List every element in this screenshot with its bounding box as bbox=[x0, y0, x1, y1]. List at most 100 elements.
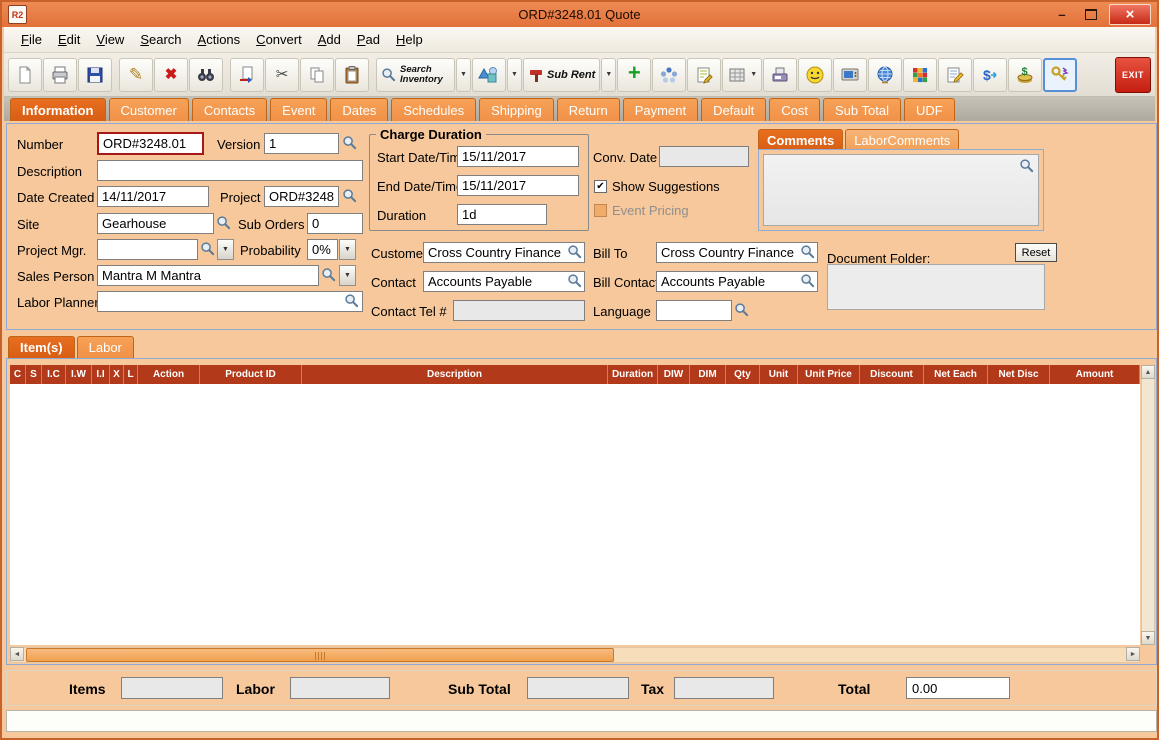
column-header-discount[interactable]: Discount bbox=[860, 365, 924, 384]
copy-button[interactable] bbox=[300, 58, 334, 92]
probability-field[interactable]: 0% bbox=[307, 239, 338, 260]
tab-customer[interactable]: Customer bbox=[109, 98, 189, 121]
items-table-body[interactable] bbox=[10, 384, 1140, 645]
tab-dates[interactable]: Dates bbox=[330, 98, 388, 121]
number-field[interactable]: ORD#3248.01 bbox=[97, 132, 204, 155]
show-suggestions-checkbox[interactable]: ✔ bbox=[594, 180, 607, 193]
scroll-left-button[interactable]: ◄ bbox=[10, 647, 24, 661]
date-created-field[interactable]: 14/11/2017 bbox=[97, 186, 209, 207]
tab-sub-total[interactable]: Sub Total bbox=[823, 98, 901, 121]
conv-date-field[interactable] bbox=[659, 146, 749, 167]
bill-contact-field[interactable]: Accounts Payable bbox=[656, 271, 818, 292]
comments-tab-comments[interactable]: Comments bbox=[758, 129, 843, 150]
items-tab-labor[interactable]: Labor bbox=[77, 336, 134, 358]
language-search-icon[interactable] bbox=[734, 302, 750, 318]
add-item-button[interactable]: + bbox=[617, 58, 651, 92]
new-document-button[interactable] bbox=[8, 58, 42, 92]
currency-sync-button[interactable]: $ bbox=[973, 58, 1007, 92]
menu-item[interactable]: Add bbox=[311, 29, 348, 50]
exit-button[interactable]: EXIT bbox=[1115, 57, 1151, 93]
project-field[interactable]: ORD#3248 bbox=[264, 186, 339, 207]
menu-item[interactable]: Edit bbox=[51, 29, 87, 50]
column-header-net-disc[interactable]: Net Disc bbox=[988, 365, 1050, 384]
comments-search-icon[interactable] bbox=[1019, 158, 1035, 174]
sub-rent-button[interactable]: Sub Rent bbox=[523, 58, 600, 92]
sales-person-dropdown[interactable]: ▼ bbox=[339, 265, 356, 286]
money-button[interactable]: $ bbox=[1008, 58, 1042, 92]
tab-schedules[interactable]: Schedules bbox=[391, 98, 476, 121]
project-search-icon[interactable] bbox=[342, 188, 358, 204]
customer-search-icon[interactable] bbox=[567, 244, 583, 260]
sub-orders-field[interactable]: 0 bbox=[307, 213, 363, 234]
tab-contacts[interactable]: Contacts bbox=[192, 98, 267, 121]
cut-button[interactable]: ✂ bbox=[265, 58, 299, 92]
grid-view-button[interactable]: ▼ bbox=[722, 58, 762, 92]
description-field[interactable] bbox=[97, 160, 363, 181]
bill-to-search-icon[interactable] bbox=[800, 244, 816, 260]
minimize-button[interactable]: – bbox=[1051, 7, 1073, 23]
tab-udf[interactable]: UDF bbox=[904, 98, 955, 121]
sub-rent-dropdown[interactable]: ▼ bbox=[601, 58, 616, 92]
catalog-button[interactable] bbox=[903, 58, 937, 92]
column-header-i-i[interactable]: I.I bbox=[92, 365, 110, 384]
save-button[interactable] bbox=[78, 58, 112, 92]
column-header-i-c[interactable]: I.C bbox=[42, 365, 66, 384]
site-field[interactable]: Gearhouse bbox=[97, 213, 214, 234]
project-mgr-dropdown[interactable]: ▼ bbox=[217, 239, 234, 260]
bill-to-field[interactable]: Cross Country Finance bbox=[656, 242, 818, 263]
end-datetime-field[interactable]: 15/11/2017 bbox=[457, 175, 579, 196]
column-header-diw[interactable]: DIW bbox=[658, 365, 690, 384]
event-pricing-checkbox[interactable] bbox=[594, 204, 607, 217]
column-header-unit[interactable]: Unit bbox=[760, 365, 798, 384]
duration-field[interactable]: 1d bbox=[457, 204, 547, 225]
project-mgr-field[interactable] bbox=[97, 239, 198, 260]
maximize-button[interactable] bbox=[1080, 7, 1102, 23]
scroll-right-button[interactable]: ► bbox=[1126, 647, 1140, 661]
version-search-icon[interactable] bbox=[342, 135, 358, 151]
menu-item[interactable]: File bbox=[14, 29, 49, 50]
comments-tab-laborcomments[interactable]: LaborComments bbox=[845, 129, 959, 150]
column-header-amount[interactable]: Amount bbox=[1050, 365, 1140, 384]
horizontal-scroll-thumb[interactable] bbox=[26, 648, 614, 662]
column-header-action[interactable]: Action bbox=[138, 365, 200, 384]
column-header-description[interactable]: Description bbox=[302, 365, 608, 384]
find-button[interactable] bbox=[189, 58, 223, 92]
menu-item[interactable]: Convert bbox=[249, 29, 309, 50]
sales-person-search-icon[interactable] bbox=[321, 267, 337, 283]
horizontal-scrollbar[interactable]: ◄ ► bbox=[10, 647, 1140, 663]
labor-planner-field[interactable] bbox=[97, 291, 363, 312]
security-key-button[interactable] bbox=[1043, 58, 1077, 92]
tab-event[interactable]: Event bbox=[270, 98, 327, 121]
column-header-l[interactable]: L bbox=[124, 365, 138, 384]
contact-tel-field[interactable] bbox=[453, 300, 585, 321]
menu-item[interactable]: Search bbox=[133, 29, 188, 50]
menu-item[interactable]: Actions bbox=[191, 29, 248, 50]
search-inventory-dropdown[interactable]: ▼ bbox=[456, 58, 471, 92]
column-header-duration[interactable]: Duration bbox=[608, 365, 658, 384]
language-field[interactable] bbox=[656, 300, 732, 321]
search-inventory-button[interactable]: Search Inventory bbox=[376, 58, 455, 92]
write-document-button[interactable] bbox=[938, 58, 972, 92]
menu-item[interactable]: Pad bbox=[350, 29, 387, 50]
tab-information[interactable]: Information bbox=[10, 98, 106, 121]
items-tab-item-s[interactable]: Item(s) bbox=[8, 336, 75, 358]
customer-field[interactable]: Cross Country Finance bbox=[423, 242, 585, 263]
site-search-icon[interactable] bbox=[216, 215, 232, 231]
notes-button[interactable] bbox=[687, 58, 721, 92]
print-button[interactable] bbox=[43, 58, 77, 92]
tab-payment[interactable]: Payment bbox=[623, 98, 698, 121]
contact-search-icon[interactable] bbox=[567, 273, 583, 289]
column-header-c[interactable]: C bbox=[10, 365, 26, 384]
delete-button[interactable]: ✖ bbox=[154, 58, 188, 92]
column-header-net-each[interactable]: Net Each bbox=[924, 365, 988, 384]
tab-cost[interactable]: Cost bbox=[769, 98, 820, 121]
edit-button[interactable]: ✎ bbox=[119, 58, 153, 92]
labor-planner-search-icon[interactable] bbox=[344, 293, 360, 309]
convert-button[interactable] bbox=[230, 58, 264, 92]
scroll-up-button[interactable]: ▲ bbox=[1141, 365, 1155, 379]
column-header-qty[interactable]: Qty bbox=[726, 365, 760, 384]
tab-return[interactable]: Return bbox=[557, 98, 620, 121]
start-datetime-field[interactable]: 15/11/2017 bbox=[457, 146, 579, 167]
menu-item[interactable]: Help bbox=[389, 29, 430, 50]
probability-dropdown[interactable]: ▼ bbox=[339, 239, 356, 260]
